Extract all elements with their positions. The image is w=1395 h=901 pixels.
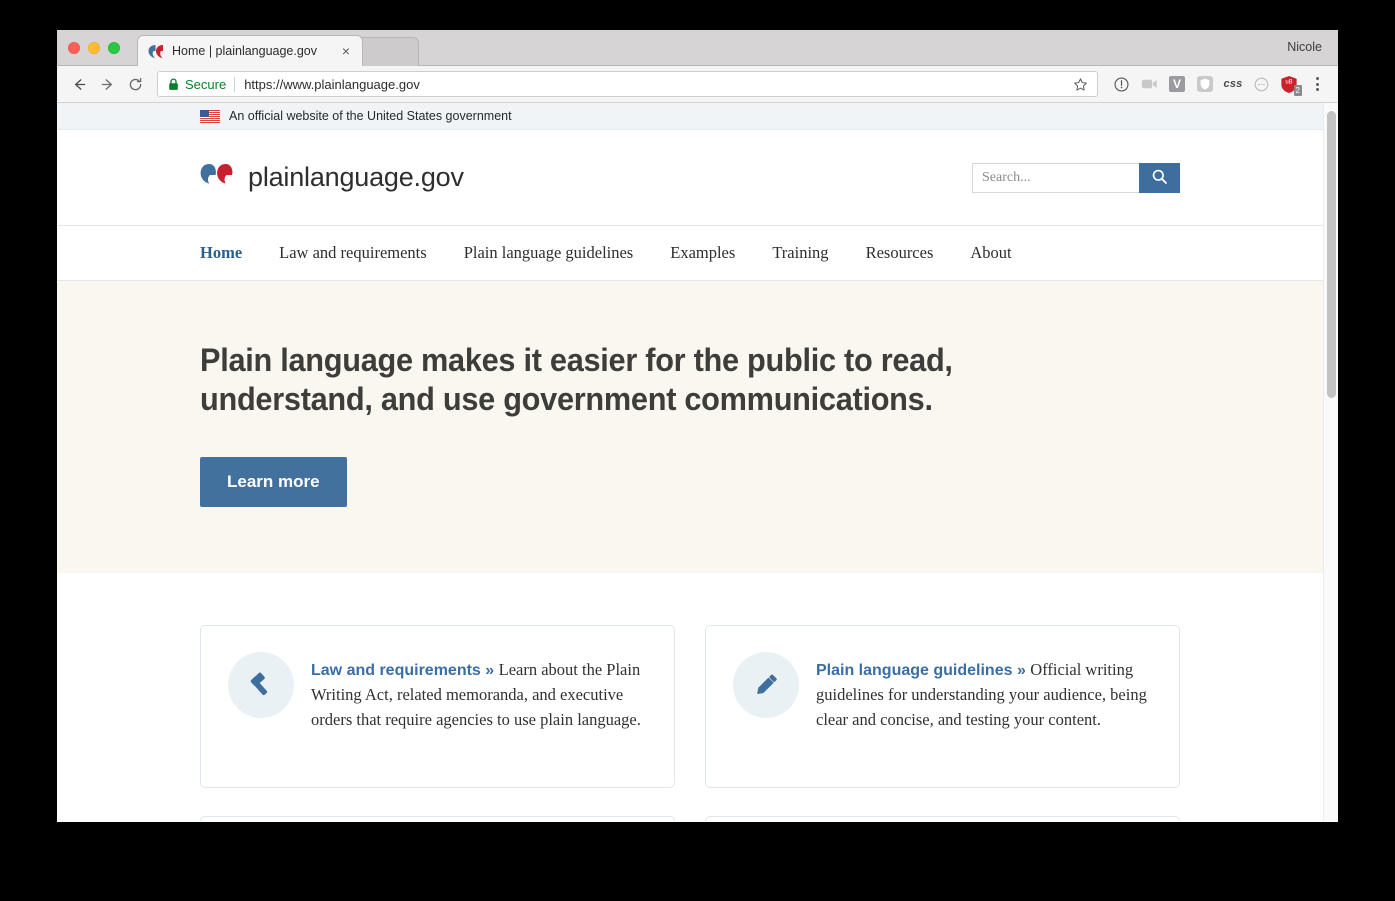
url-text: https://www.plainlanguage.gov	[244, 77, 1069, 92]
card-title-text: Law and requirements	[311, 662, 481, 679]
site-masthead: plainlanguage.gov	[57, 130, 1323, 226]
plainlanguage-quotes-logo	[200, 163, 236, 193]
nav-item-plain-language-guidelines[interactable]: Plain language guidelines	[464, 243, 634, 263]
page-viewport: An official website of the United States…	[57, 103, 1338, 821]
close-tab-button[interactable]: ×	[338, 43, 354, 59]
security-status-label: Secure	[185, 77, 226, 92]
page-scrollbar[interactable]	[1323, 103, 1338, 821]
css-viewer-extension-icon[interactable]: css	[1220, 71, 1246, 97]
topic-cards-section: Law and requirements » Learn about the P…	[57, 573, 1323, 821]
back-button[interactable]	[65, 70, 93, 98]
address-bar[interactable]: Secure https://www.plainlanguage.gov	[157, 71, 1098, 97]
nav-item-home[interactable]: Home	[200, 243, 242, 263]
nav-item-about[interactable]: About	[970, 243, 1011, 263]
browser-window: Home | plainlanguage.gov × Nicole	[57, 30, 1338, 822]
search-icon	[1151, 168, 1168, 188]
kebab-menu-icon	[1306, 77, 1328, 91]
extension-toolbar: V css uB	[1104, 71, 1330, 97]
learn-more-button[interactable]: Learn more	[200, 457, 347, 507]
hero-section: Plain language makes it easier for the p…	[57, 281, 1323, 573]
extension-circle-icon[interactable]	[1248, 71, 1274, 97]
maximize-window-button[interactable]	[108, 42, 120, 54]
site-logo-link[interactable]: plainlanguage.gov	[200, 162, 464, 193]
tab-strip: Home | plainlanguage.gov × Nicole	[57, 30, 1338, 66]
minimize-window-button[interactable]	[88, 42, 100, 54]
site-search-form	[972, 163, 1180, 193]
site-brand-name: plainlanguage.gov	[248, 162, 464, 193]
topic-cards-row-second: Training » Examples »	[200, 816, 1180, 821]
nav-item-resources[interactable]: Resources	[866, 243, 934, 263]
nav-item-examples[interactable]: Examples	[670, 243, 735, 263]
us-flag-icon	[200, 110, 220, 123]
search-input[interactable]	[972, 163, 1139, 193]
web-page: An official website of the United States…	[57, 103, 1323, 821]
forward-button[interactable]	[93, 70, 121, 98]
extension-shield-icon[interactable]	[1192, 71, 1218, 97]
gavel-icon	[228, 652, 294, 718]
card-title-text: Plain language guidelines	[816, 662, 1012, 679]
tab-title: Home | plainlanguage.gov	[172, 44, 338, 58]
ublock-origin-icon[interactable]: uB 2	[1276, 71, 1302, 97]
gov-banner: An official website of the United States…	[57, 103, 1323, 130]
hero-heading: Plain language makes it easier for the p…	[200, 341, 978, 419]
pencil-icon	[733, 652, 799, 718]
card-law-and-requirements[interactable]: Law and requirements » Learn about the P…	[200, 625, 675, 788]
profile-name[interactable]: Nicole	[1287, 40, 1322, 54]
browser-toolbar: Secure https://www.plainlanguage.gov	[57, 66, 1338, 103]
extension-v-icon[interactable]: V	[1164, 71, 1190, 97]
nav-item-law-and-requirements[interactable]: Law and requirements	[279, 243, 427, 263]
card-title: Plain language guidelines »	[816, 662, 1030, 679]
gov-banner-text: An official website of the United States…	[229, 109, 512, 123]
plainlanguage-quote-favicon	[148, 43, 165, 60]
card-plain-language-guidelines[interactable]: Plain language guidelines » Official wri…	[705, 625, 1180, 788]
ublock-badge-count: 2	[1294, 85, 1302, 96]
css-extension-label: css	[1224, 78, 1243, 90]
chevron-right-icon: »	[485, 662, 494, 679]
nav-item-training[interactable]: Training	[772, 243, 828, 263]
card-title: Law and requirements »	[311, 662, 499, 679]
primary-navigation: Home Law and requirements Plain language…	[57, 226, 1323, 281]
extension-shield-glyph	[1197, 76, 1213, 92]
window-controls	[68, 42, 120, 54]
topic-cards-row: Law and requirements » Learn about the P…	[200, 625, 1180, 788]
chevron-right-icon: »	[1017, 662, 1026, 679]
card-examples[interactable]: Examples »	[705, 816, 1180, 821]
svg-text:uB: uB	[1285, 79, 1292, 85]
lock-icon	[168, 78, 179, 91]
scrollbar-thumb[interactable]	[1327, 111, 1336, 398]
reload-button[interactable]	[121, 70, 149, 98]
card-body: Law and requirements » Learn about the P…	[311, 652, 647, 757]
background-tab[interactable]	[357, 37, 419, 66]
bookmark-star-icon[interactable]	[1069, 73, 1091, 95]
page-info-icon[interactable]	[1108, 71, 1134, 97]
close-window-button[interactable]	[68, 42, 80, 54]
browser-menu-button[interactable]	[1304, 71, 1330, 97]
card-training[interactable]: Training »	[200, 816, 675, 821]
omnibox-divider	[234, 77, 235, 92]
extension-v-label: V	[1169, 76, 1185, 92]
card-body: Plain language guidelines » Official wri…	[816, 652, 1152, 757]
active-tab[interactable]: Home | plainlanguage.gov ×	[137, 35, 363, 66]
search-submit-button[interactable]	[1139, 163, 1180, 193]
screencast-extension-icon[interactable]	[1136, 71, 1162, 97]
